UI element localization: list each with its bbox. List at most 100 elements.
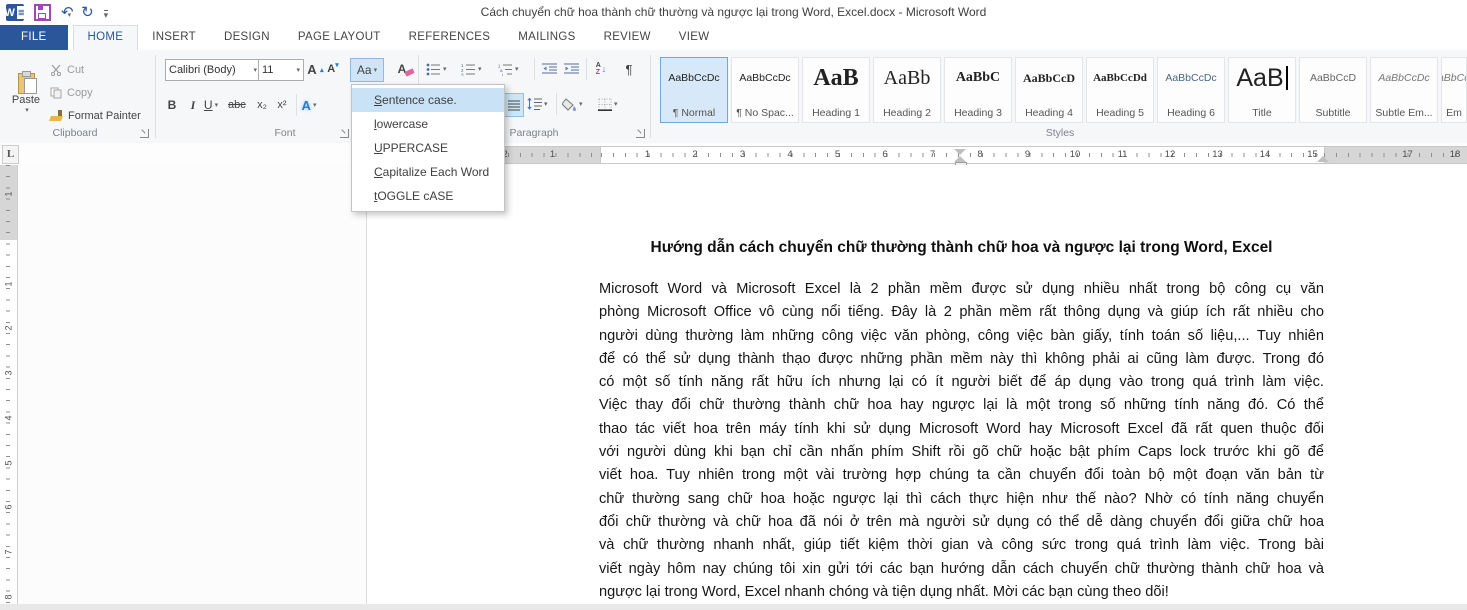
font-dialog-launcher-icon[interactable] — [340, 129, 349, 138]
strikethrough-button[interactable]: abc — [228, 94, 246, 116]
body-line: có một số tính năng rất hữu ích nhưng lạ… — [599, 371, 1324, 394]
case-menu-item-sentence-case-[interactable]: Sentence case. — [352, 88, 504, 112]
copy-button[interactable]: Copy — [50, 83, 155, 103]
style-item-heading-5[interactable]: AaBbCcDdHeading 5 — [1086, 57, 1154, 123]
style-sample: AaB — [1229, 58, 1295, 98]
case-menu-item-toggle-case[interactable]: tOGGLE cASE — [352, 184, 504, 208]
tab-references[interactable]: REFERENCES — [395, 25, 505, 50]
change-case-button[interactable]: Aa▾ — [350, 58, 384, 82]
body-line: ngược lại trong Word, Excel nhanh chóng … — [599, 581, 1324, 604]
bold-button[interactable]: B — [164, 94, 180, 116]
style-item-subtitle[interactable]: AaBbCcDSubtitle — [1299, 57, 1367, 123]
ruler-number: 3 — [4, 366, 14, 381]
justify-button[interactable] — [504, 93, 524, 117]
body-line: thao tác viết hoa trên máy tính khi sử d… — [599, 418, 1324, 441]
style-item-heading-2[interactable]: AaBbHeading 2 — [873, 57, 941, 123]
decrease-indent-button[interactable] — [540, 58, 558, 80]
shading-caret-icon[interactable]: ▾ — [579, 100, 583, 108]
text-effects-button[interactable]: A▾ — [301, 94, 317, 116]
case-menu-item-uppercase[interactable]: UPPERCASE — [352, 136, 504, 160]
style-item-heading-3[interactable]: AaBbCHeading 3 — [944, 57, 1012, 123]
tab-page-layout[interactable]: PAGE LAYOUT — [284, 25, 395, 50]
tab-design[interactable]: DESIGN — [210, 25, 284, 50]
font-group-label: Font — [230, 127, 340, 141]
case-menu-item-capitalize-each-word[interactable]: Capitalize Each Word — [352, 160, 504, 184]
font-name-combobox[interactable]: Calibri (Body) ▾ — [165, 59, 261, 81]
undo-caret-icon[interactable]: ▾ — [68, 12, 72, 19]
font-name-caret-icon[interactable]: ▾ — [253, 66, 257, 74]
style-item-title[interactable]: AaB Title — [1228, 57, 1296, 123]
vertical-ruler[interactable]: 112345678 — [0, 165, 18, 605]
horizontal-ruler[interactable]: 121234567891011121314151718 — [366, 146, 1467, 164]
right-indent-marker[interactable] — [1317, 156, 1329, 162]
cut-label: Cut — [67, 64, 84, 76]
tab-insert[interactable]: INSERT — [138, 25, 210, 50]
body-line: viết ngày hôm nay chúng tôi xin gửi tới … — [599, 558, 1324, 581]
tab-view[interactable]: VIEW — [665, 25, 724, 50]
style-name: Title — [1229, 107, 1295, 119]
multilevel-list-caret-icon[interactable]: ▾ — [515, 65, 519, 73]
case-menu-item-lowercase[interactable]: lowercase — [352, 112, 504, 136]
bullets-caret-icon[interactable]: ▾ — [443, 65, 447, 73]
document-page[interactable]: Hướng dẫn cách chuyển chữ thường thành c… — [366, 165, 1467, 605]
horizontal-scrollbar[interactable] — [0, 604, 1467, 610]
increase-indent-button[interactable] — [562, 58, 580, 80]
grow-font-button[interactable]: A▴ — [303, 59, 321, 79]
tab-file[interactable]: FILE — [0, 25, 68, 50]
bullets-button[interactable]: ▾ — [426, 58, 447, 80]
font-size-caret-icon[interactable]: ▾ — [296, 66, 300, 74]
line-spacing-button[interactable]: ▾ — [527, 93, 548, 115]
style-name: Subtle Em... — [1371, 107, 1437, 119]
superscript-button[interactable]: x² — [274, 94, 290, 116]
style-item--normal[interactable]: AaBbCcDc¶ Normal — [660, 57, 728, 123]
tab-review[interactable]: REVIEW — [590, 25, 665, 50]
show-formatting-marks-button[interactable]: ¶ — [620, 58, 638, 80]
underline-button[interactable]: U▾ — [203, 94, 219, 116]
undo-button[interactable]: ↶▾ — [61, 4, 71, 22]
underline-caret-icon[interactable]: ▾ — [215, 101, 219, 109]
ruler-number: 12 — [1164, 147, 1176, 163]
paste-button[interactable]: Paste ▾ — [6, 57, 46, 129]
first-line-indent-marker[interactable] — [954, 149, 966, 155]
style-item-heading-1[interactable]: AaBHeading 1 — [802, 57, 870, 123]
word-logo-icon[interactable]: W≣ — [6, 4, 24, 21]
line-spacing-caret-icon[interactable]: ▾ — [544, 100, 548, 108]
save-icon[interactable] — [34, 4, 51, 21]
format-painter-button[interactable]: Format Painter — [50, 106, 155, 126]
style-item-heading-6[interactable]: AaBbCcDcHeading 6 — [1157, 57, 1225, 123]
clear-formatting-button[interactable]: A — [390, 58, 414, 80]
change-case-caret-icon: ▾ — [374, 66, 378, 74]
clipboard-dialog-launcher-icon[interactable] — [140, 129, 149, 138]
tab-home[interactable]: HOME — [73, 25, 139, 50]
multilevel-list-button[interactable]: 1ai ▾ — [498, 58, 519, 80]
style-name: Em — [1442, 107, 1466, 119]
group-divider — [650, 55, 651, 138]
numbering-button[interactable]: 123 ▾ — [461, 58, 482, 80]
style-item-em[interactable]: AaBbCcDEm — [1441, 57, 1467, 123]
style-item-heading-4[interactable]: AaBbCcDHeading 4 — [1015, 57, 1083, 123]
italic-icon: I — [191, 98, 196, 113]
paste-caret-icon[interactable]: ▾ — [25, 106, 29, 114]
numbering-caret-icon[interactable]: ▾ — [478, 65, 482, 73]
shrink-font-button[interactable]: A▾ — [324, 59, 342, 79]
borders-button[interactable]: ▾ — [598, 93, 618, 115]
cut-button[interactable]: Cut — [50, 60, 155, 80]
style-item--no-spac-[interactable]: AaBbCcDc¶ No Spac... — [731, 57, 799, 123]
sort-button[interactable]: AZ ↓ — [592, 58, 610, 80]
subscript-button[interactable]: x₂ — [254, 94, 270, 116]
paragraph-dialog-launcher-icon[interactable] — [636, 129, 645, 138]
ruler-number: 7 — [4, 544, 14, 559]
pilcrow-icon: ¶ — [626, 62, 633, 77]
tab-mailings[interactable]: MAILINGS — [504, 25, 589, 50]
font-size-combobox[interactable]: 11▾ — [258, 59, 304, 81]
body-line: Việc thay đổi chữ thường thành chữ hoa h… — [599, 394, 1324, 417]
customize-qat-icon[interactable]: ▾ — [104, 10, 109, 19]
font-name-value: Calibri (Body) — [169, 64, 236, 76]
decrease-indent-icon — [542, 63, 557, 75]
shading-button[interactable]: ▾ — [562, 93, 583, 115]
italic-button[interactable]: I — [185, 94, 201, 116]
style-item-subtle-em-[interactable]: AaBbCcDcSubtle Em... — [1370, 57, 1438, 123]
tab-selector-button[interactable]: L — [2, 145, 19, 164]
redo-icon[interactable]: ↻ — [81, 5, 94, 20]
borders-caret-icon[interactable]: ▾ — [614, 100, 618, 108]
